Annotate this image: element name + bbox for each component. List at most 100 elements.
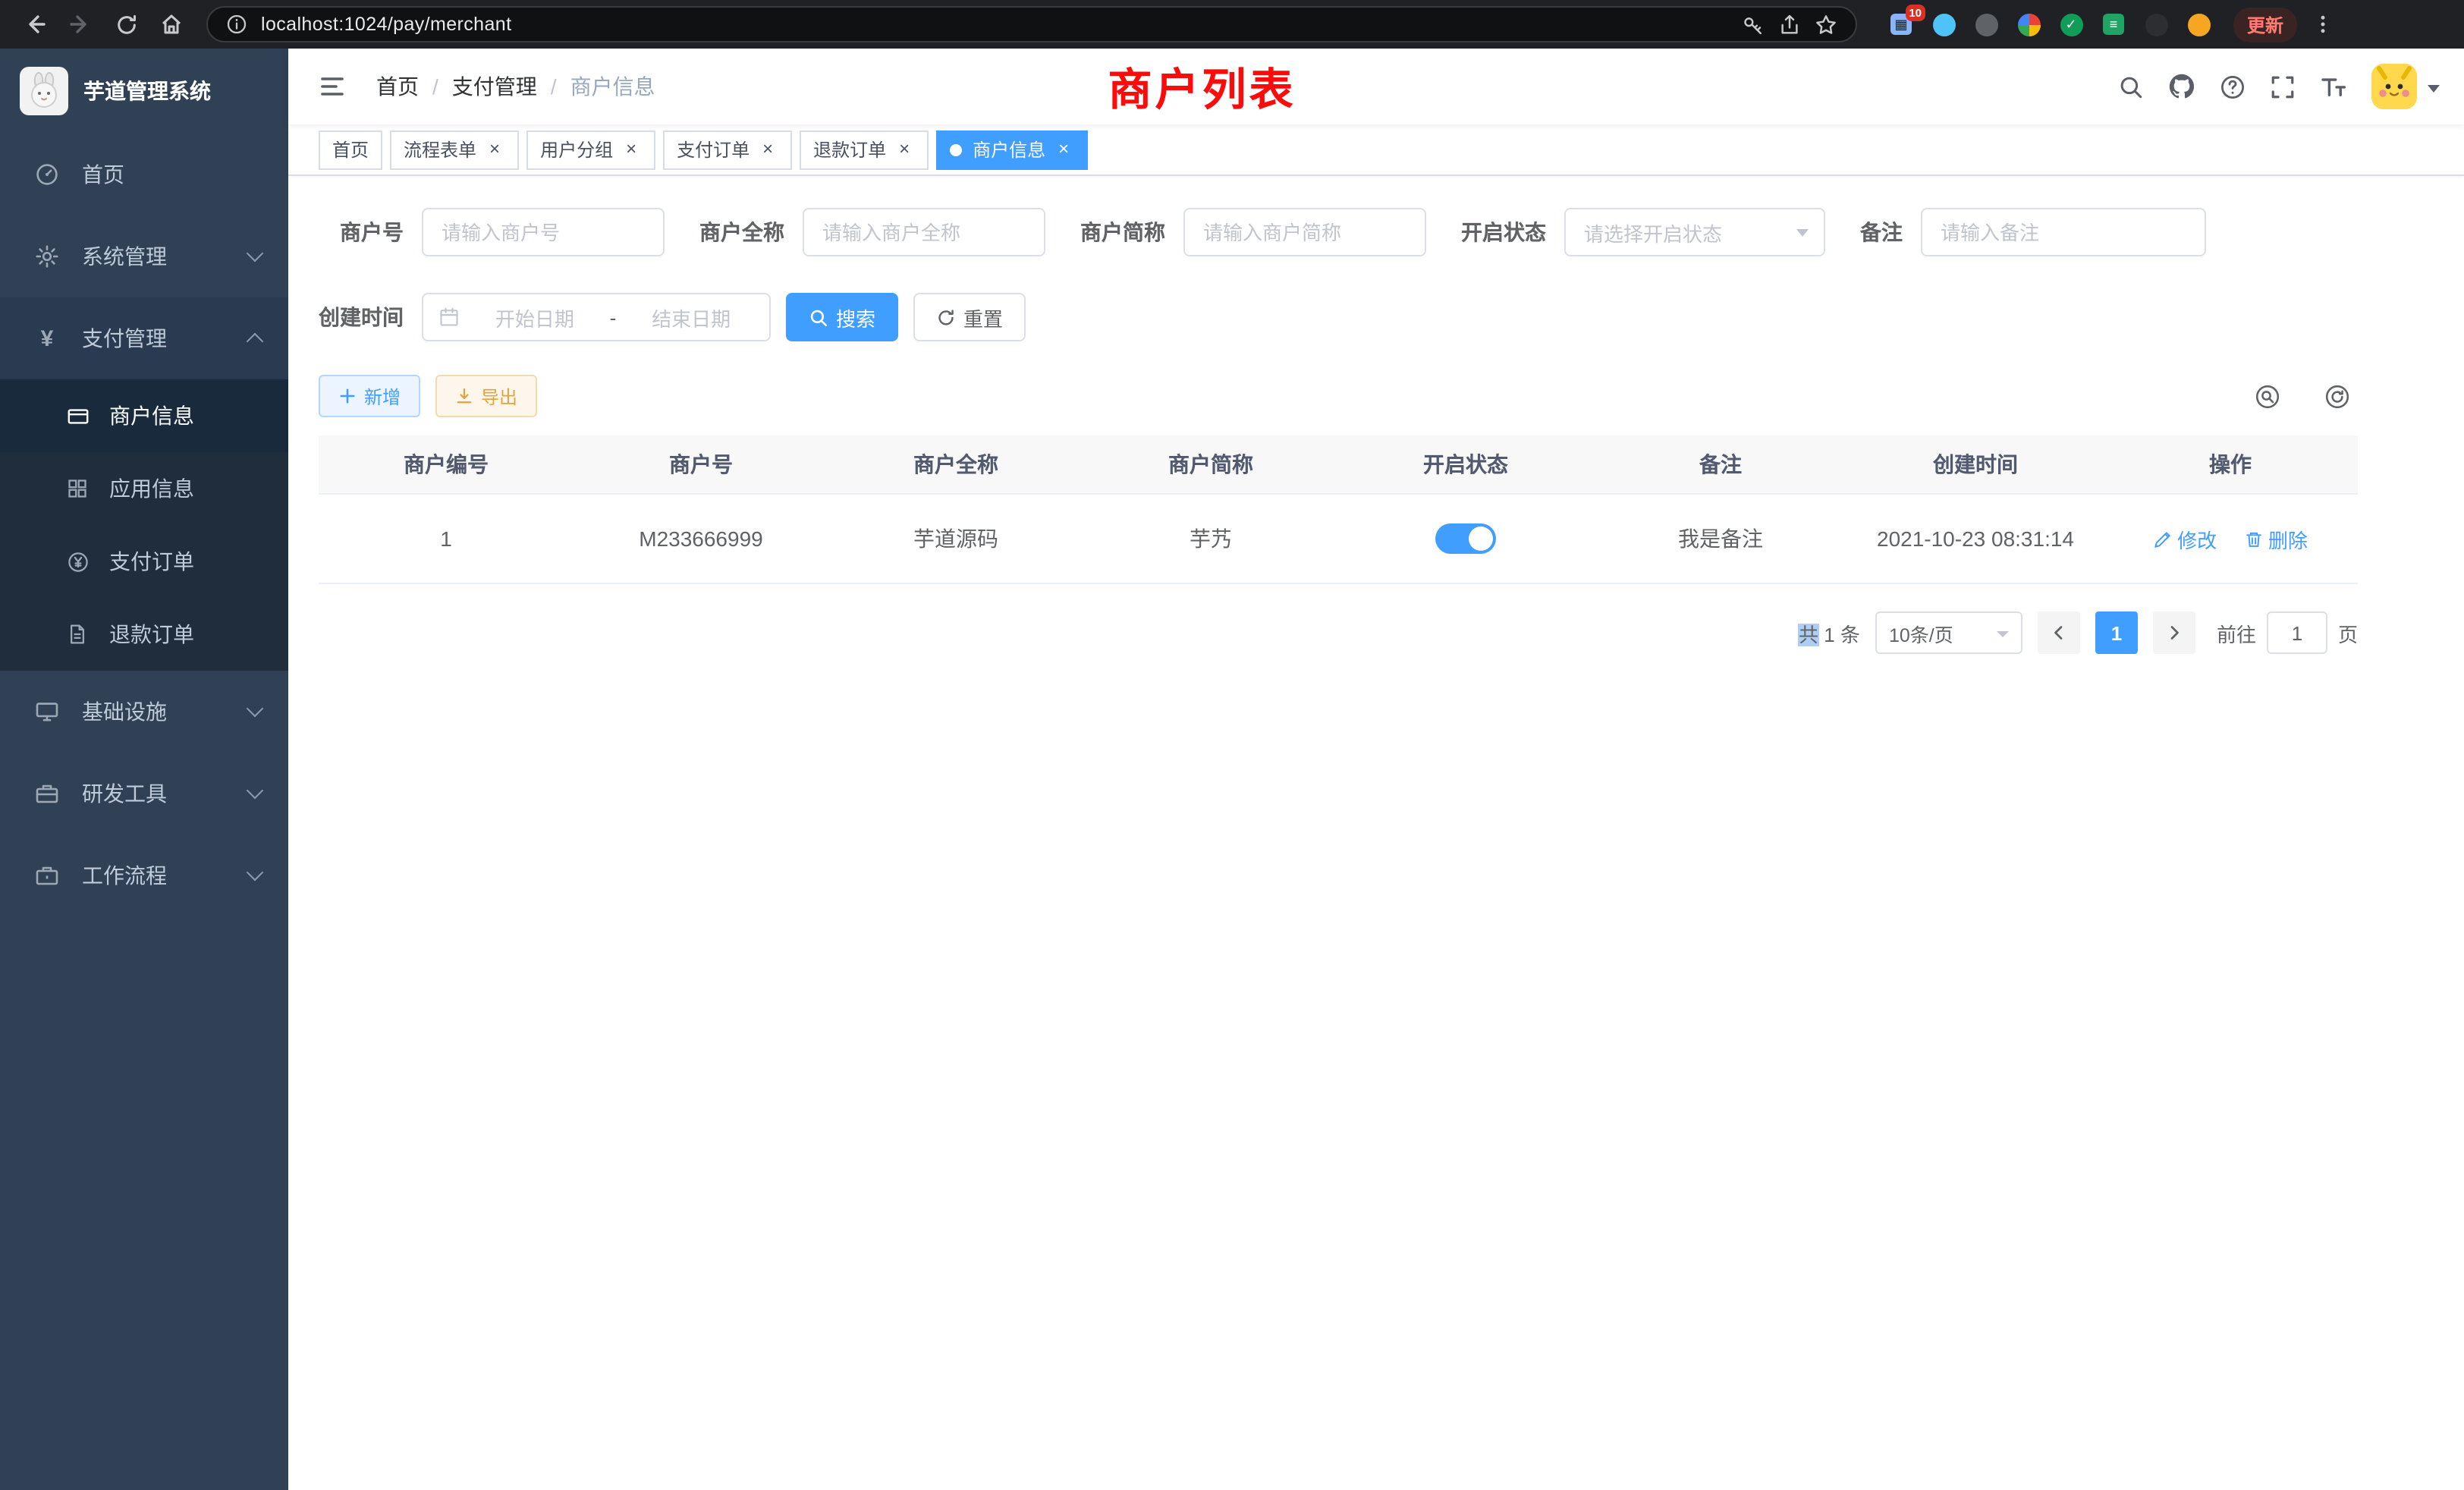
- tab-refund-order[interactable]: 退款订单 ×: [800, 130, 929, 169]
- close-icon[interactable]: ×: [1053, 139, 1074, 160]
- github-icon[interactable]: [2168, 73, 2195, 100]
- next-page-button[interactable]: [2153, 611, 2195, 654]
- site-info-icon[interactable]: [226, 14, 247, 35]
- browser-back-button[interactable]: [15, 5, 55, 44]
- sidebar-item-system[interactable]: 系统管理: [0, 215, 288, 297]
- refresh-icon[interactable]: [2315, 375, 2358, 417]
- extension-color-wheel-icon[interactable]: [2015, 11, 2042, 38]
- toggle-search-icon[interactable]: [2246, 375, 2288, 417]
- password-key-icon[interactable]: [1742, 13, 1765, 36]
- status-select-placeholder: 请选择开启状态: [1584, 218, 1722, 247]
- sidebar-item-payment[interactable]: ¥ 支付管理: [0, 297, 288, 379]
- tab-home[interactable]: 首页: [319, 130, 382, 169]
- help-icon[interactable]: [2220, 74, 2246, 99]
- tab-label: 用户分组: [540, 137, 613, 162]
- search-button[interactable]: 搜索: [786, 293, 898, 341]
- tab-merchant-info[interactable]: 商户信息 ×: [936, 130, 1088, 169]
- chevron-down-icon: [1997, 631, 2009, 637]
- export-button[interactable]: 导出: [435, 375, 537, 417]
- app-logo[interactable]: 芋道管理系统: [0, 49, 288, 134]
- pagination-goto: 前往 页: [2217, 611, 2358, 654]
- extension-face-icon[interactable]: [2185, 11, 2212, 38]
- cell-remark: 我是备注: [1593, 494, 1848, 583]
- table-tools: [2246, 375, 2358, 417]
- reset-button[interactable]: 重置: [913, 293, 1026, 341]
- fullscreen-icon[interactable]: [2270, 74, 2296, 99]
- breadcrumb-payment[interactable]: 支付管理: [452, 71, 537, 102]
- filter-label: 创建时间: [319, 302, 404, 332]
- browser-reload-button[interactable]: [106, 5, 146, 44]
- sidebar-item-workflow[interactable]: 工作流程: [0, 835, 288, 916]
- merchant-name-input[interactable]: [803, 208, 1045, 256]
- status-select[interactable]: 请选择开启状态: [1564, 208, 1825, 256]
- extension-notes-icon[interactable]: ≡: [2100, 11, 2127, 38]
- browser-home-button[interactable]: [152, 5, 191, 44]
- page-size-select[interactable]: 10条/页: [1875, 611, 2022, 654]
- share-icon[interactable]: [1778, 13, 1801, 36]
- chevron-down-icon: [247, 700, 264, 718]
- sidebar-item-dev-tools[interactable]: 研发工具: [0, 753, 288, 835]
- close-icon[interactable]: ×: [621, 139, 642, 160]
- col-remark: 备注: [1593, 435, 1848, 494]
- close-icon[interactable]: ×: [484, 139, 505, 160]
- merchant-no-input[interactable]: [422, 208, 665, 256]
- extension-check-icon[interactable]: ✓: [2057, 11, 2085, 38]
- add-button[interactable]: 新增: [319, 375, 420, 417]
- sidebar-item-label: 研发工具: [82, 778, 249, 809]
- browser-menu-icon[interactable]: [2303, 5, 2343, 44]
- tab-label: 首页: [332, 137, 369, 162]
- extension-gray-icon[interactable]: [1972, 11, 2000, 38]
- sidebar-item-label: 支付订单: [109, 546, 194, 577]
- table-row: 1 M233666999 芋道源码 芋艿 我是备注 2021-10-23 08:…: [319, 494, 2358, 583]
- tab-user-group[interactable]: 用户分组 ×: [526, 130, 655, 169]
- status-toggle[interactable]: [1435, 523, 1496, 554]
- browser-extensions: ▦ 10 ✓ ≡: [1887, 11, 2212, 38]
- breadcrumb-home[interactable]: 首页: [376, 71, 419, 102]
- address-bar[interactable]: localhost:1024/pay/merchant: [206, 6, 1857, 42]
- delete-link[interactable]: 删除: [2244, 524, 2308, 553]
- app-root: 芋道管理系统 首页 系统管理 ¥: [0, 49, 2464, 1490]
- page-content: 商户号 商户全称 商户简称 开启状态 请选择开启状态: [288, 176, 2464, 1490]
- bookmark-star-icon[interactable]: [1815, 13, 1837, 36]
- remark-input[interactable]: [1921, 208, 2206, 256]
- filter-status: 开启状态 请选择开启状态: [1461, 208, 1825, 256]
- tab-process-form[interactable]: 流程表单 ×: [390, 130, 519, 169]
- top-navbar: 首页 / 支付管理 / 商户信息 商户列表: [288, 49, 2464, 124]
- browser-update-button[interactable]: 更新: [2233, 7, 2297, 42]
- cell-actions: 修改 删除: [2103, 494, 2358, 583]
- cell-full-name: 芋道源码: [828, 494, 1083, 583]
- filter-row-1: 商户号 商户全称 商户简称 开启状态 请选择开启状态: [319, 208, 2358, 256]
- merchant-short-input[interactable]: [1183, 208, 1426, 256]
- col-actions: 操作: [2103, 435, 2358, 494]
- edit-link[interactable]: 修改: [2153, 524, 2217, 553]
- sidebar-item-app-info[interactable]: 应用信息: [0, 452, 288, 525]
- filter-merchant-short: 商户简称: [1080, 208, 1426, 256]
- sidebar-item-label: 工作流程: [82, 860, 249, 891]
- extension-drop-icon[interactable]: [1930, 11, 1957, 38]
- sidebar-item-refund-order[interactable]: 退款订单: [0, 598, 288, 671]
- tab-label: 商户信息: [973, 137, 1045, 162]
- col-merchant-id: 商户编号: [319, 435, 574, 494]
- sidebar-item-pay-order[interactable]: 支付订单: [0, 525, 288, 598]
- sidebar-item-label: 系统管理: [82, 241, 249, 272]
- extension-grid-icon[interactable]: ▦ 10: [1887, 11, 1915, 38]
- browser-forward-button[interactable]: [61, 5, 100, 44]
- page-number-1[interactable]: 1: [2095, 611, 2138, 654]
- breadcrumb: 首页 / 支付管理 / 商户信息: [376, 71, 655, 102]
- font-size-icon[interactable]: [2320, 73, 2347, 100]
- hamburger-icon[interactable]: [313, 73, 352, 100]
- goto-page-input[interactable]: [2267, 611, 2327, 654]
- close-icon[interactable]: ×: [894, 139, 915, 160]
- extension-dark-icon[interactable]: [2142, 11, 2170, 38]
- user-menu[interactable]: [2371, 64, 2440, 109]
- sidebar-item-merchant-info[interactable]: 商户信息: [0, 379, 288, 452]
- close-icon[interactable]: ×: [757, 139, 778, 160]
- app-title: 芋道管理系统: [83, 76, 211, 106]
- search-icon[interactable]: [2118, 74, 2144, 99]
- create-time-range-picker[interactable]: 开始日期 - 结束日期: [422, 293, 771, 341]
- sidebar-item-infrastructure[interactable]: 基础设施: [0, 671, 288, 753]
- tab-pay-order[interactable]: 支付订单 ×: [663, 130, 792, 169]
- sidebar-item-home[interactable]: 首页: [0, 134, 288, 215]
- table-header-row: 商户编号 商户号 商户全称 商户简称 开启状态 备注 创建时间 操作: [319, 435, 2358, 494]
- prev-page-button[interactable]: [2038, 611, 2080, 654]
